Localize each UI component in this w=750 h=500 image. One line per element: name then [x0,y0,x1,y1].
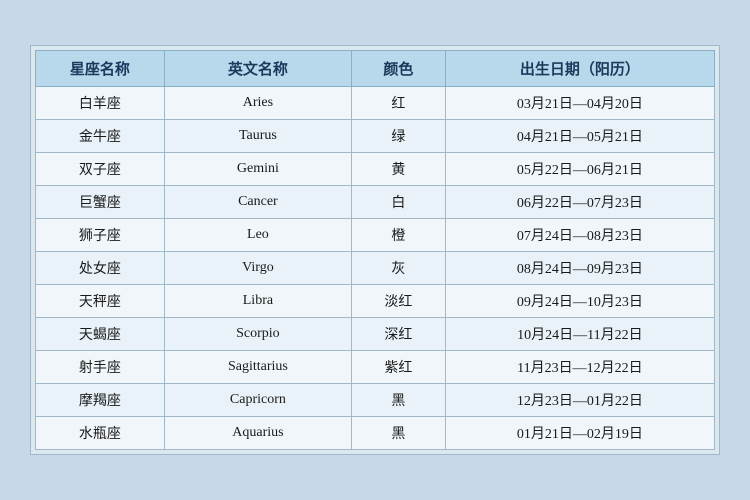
table-row: 巨蟹座Cancer白06月22日—07月23日 [36,186,715,219]
table-row: 射手座Sagittarius紫红11月23日—12月22日 [36,351,715,384]
table-row: 水瓶座Aquarius黑01月21日—02月19日 [36,417,715,450]
cell-en: Scorpio [164,318,351,351]
cell-zh: 水瓶座 [36,417,165,450]
table-row: 天秤座Libra淡红09月24日—10月23日 [36,285,715,318]
cell-date: 03月21日—04月20日 [445,87,714,120]
cell-date: 10月24日—11月22日 [445,318,714,351]
cell-date: 07月24日—08月23日 [445,219,714,252]
cell-color: 红 [352,87,446,120]
cell-color: 绿 [352,120,446,153]
cell-en: Aquarius [164,417,351,450]
cell-color: 黑 [352,417,446,450]
table-row: 狮子座Leo橙07月24日—08月23日 [36,219,715,252]
cell-en: Capricorn [164,384,351,417]
cell-en: Leo [164,219,351,252]
cell-color: 紫红 [352,351,446,384]
cell-color: 淡红 [352,285,446,318]
cell-en: Taurus [164,120,351,153]
cell-color: 白 [352,186,446,219]
cell-color: 橙 [352,219,446,252]
table-row: 天蝎座Scorpio深红10月24日—11月22日 [36,318,715,351]
cell-date: 11月23日—12月22日 [445,351,714,384]
cell-date: 09月24日—10月23日 [445,285,714,318]
cell-zh: 狮子座 [36,219,165,252]
cell-date: 08月24日—09月23日 [445,252,714,285]
table-row: 白羊座Aries红03月21日—04月20日 [36,87,715,120]
cell-en: Cancer [164,186,351,219]
cell-zh: 巨蟹座 [36,186,165,219]
cell-zh: 天秤座 [36,285,165,318]
table-row: 金牛座Taurus绿04月21日—05月21日 [36,120,715,153]
cell-date: 01月21日—02月19日 [445,417,714,450]
cell-en: Libra [164,285,351,318]
header-date: 出生日期（阳历） [445,51,714,87]
cell-color: 黑 [352,384,446,417]
cell-zh: 摩羯座 [36,384,165,417]
table-row: 处女座Virgo灰08月24日—09月23日 [36,252,715,285]
header-en: 英文名称 [164,51,351,87]
cell-en: Gemini [164,153,351,186]
cell-zh: 金牛座 [36,120,165,153]
cell-date: 04月21日—05月21日 [445,120,714,153]
cell-en: Sagittarius [164,351,351,384]
table-row: 双子座Gemini黄05月22日—06月21日 [36,153,715,186]
cell-zh: 天蝎座 [36,318,165,351]
cell-color: 黄 [352,153,446,186]
cell-date: 05月22日—06月21日 [445,153,714,186]
header-zh: 星座名称 [36,51,165,87]
cell-color: 深红 [352,318,446,351]
cell-color: 灰 [352,252,446,285]
cell-date: 12月23日—01月22日 [445,384,714,417]
cell-zh: 处女座 [36,252,165,285]
cell-zh: 射手座 [36,351,165,384]
cell-date: 06月22日—07月23日 [445,186,714,219]
zodiac-table-container: 星座名称 英文名称 颜色 出生日期（阳历） 白羊座Aries红03月21日—04… [30,45,720,455]
cell-zh: 白羊座 [36,87,165,120]
cell-en: Aries [164,87,351,120]
cell-zh: 双子座 [36,153,165,186]
table-header-row: 星座名称 英文名称 颜色 出生日期（阳历） [36,51,715,87]
table-row: 摩羯座Capricorn黑12月23日—01月22日 [36,384,715,417]
zodiac-table: 星座名称 英文名称 颜色 出生日期（阳历） 白羊座Aries红03月21日—04… [35,50,715,450]
cell-en: Virgo [164,252,351,285]
header-color: 颜色 [352,51,446,87]
